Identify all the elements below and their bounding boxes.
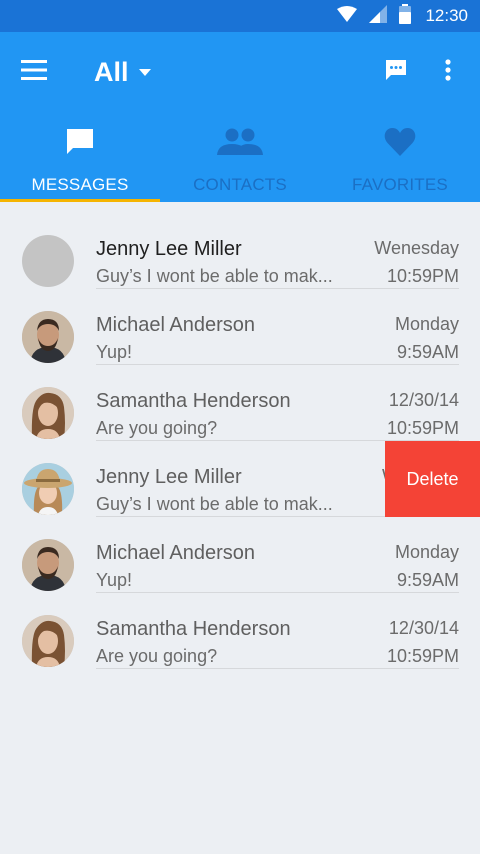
dropdown-arrow-icon [138,63,151,81]
contact-name: Jenny Lee Miller [96,466,242,488]
tab-label: MESSAGES [31,175,129,194]
avatar [22,463,74,515]
hamburger-menu-icon [21,59,47,85]
contact-name: Samantha Henderson [96,618,291,640]
filter-dropdown[interactable]: All [94,50,151,94]
more-vert-icon [445,58,451,86]
contact-name: Jenny Lee Miller [96,238,242,260]
menu-button[interactable] [14,54,54,90]
contact-name: Michael Anderson [96,542,255,564]
contact-name: Samantha Henderson [96,390,291,412]
filter-label: All [94,56,129,87]
avatar [22,539,74,591]
signal-icon [369,4,388,28]
message-date: 12/30/14 [388,618,459,638]
app-toolbar: All [0,32,480,112]
avatar-placeholder [22,235,74,287]
message-time: 9:59AM [396,342,459,362]
row-divider [96,668,459,669]
conversation-row[interactable]: Michael Anderson Yup! Monday 9:59AM [0,517,480,593]
message-date: 12/30/14 [388,390,459,410]
conversation-row[interactable]: Michael Anderson Yup! Monday 9:59AM [0,289,480,365]
tab-label: FAVORITES [352,175,448,194]
compose-message-icon [384,58,408,87]
message-date: Wenesday [374,238,459,258]
tab-contacts[interactable]: CONTACTS [160,112,320,202]
people-icon [217,126,263,158]
chat-bubble-icon [65,126,95,158]
tab-bar: MESSAGES CONTACTS FAVORITES [0,112,480,202]
battery-icon [399,3,412,29]
more-options-button[interactable] [430,52,466,92]
new-message-button[interactable] [376,52,416,92]
message-date: Monday [394,314,459,334]
conversation-row[interactable]: Samantha Henderson Are you going? 12/30/… [0,593,480,669]
message-snippet: Guy’s I wont be able to mak... [96,266,333,286]
avatar [22,615,74,667]
message-time: 10:59PM [386,646,459,666]
contact-name: Michael Anderson [96,314,255,336]
message-snippet: Yup! [96,570,133,590]
status-icons: 12:30 [337,0,468,32]
tab-label: CONTACTS [193,175,287,194]
message-snippet: Guy’s I wont be able to mak... [96,494,333,514]
delete-button[interactable]: Delete [385,441,480,517]
tab-favorites[interactable]: FAVORITES [320,112,480,202]
message-time: 10:59PM [386,266,459,286]
status-bar: 12:30 [0,0,480,32]
wifi-icon [337,5,358,27]
tab-messages[interactable]: MESSAGES [0,112,160,202]
avatar [22,387,74,439]
conversation-row[interactable]: Jenny Lee Miller Guy’s I wont be able to… [0,213,480,289]
conversation-row[interactable]: Samantha Henderson Are you going? 12/30/… [0,365,480,441]
message-time: 10:59PM [386,418,459,438]
message-time: 9:59AM [396,570,459,590]
heart-icon [384,126,416,158]
status-time: 12:30 [425,6,468,25]
message-snippet: Are you going? [96,418,218,438]
avatar [22,311,74,363]
message-date: Monday [394,542,459,562]
conversation-list: Jenny Lee Miller Guy’s I wont be able to… [0,202,480,670]
message-snippet: Are you going? [96,646,218,666]
message-snippet: Yup! [96,342,133,362]
